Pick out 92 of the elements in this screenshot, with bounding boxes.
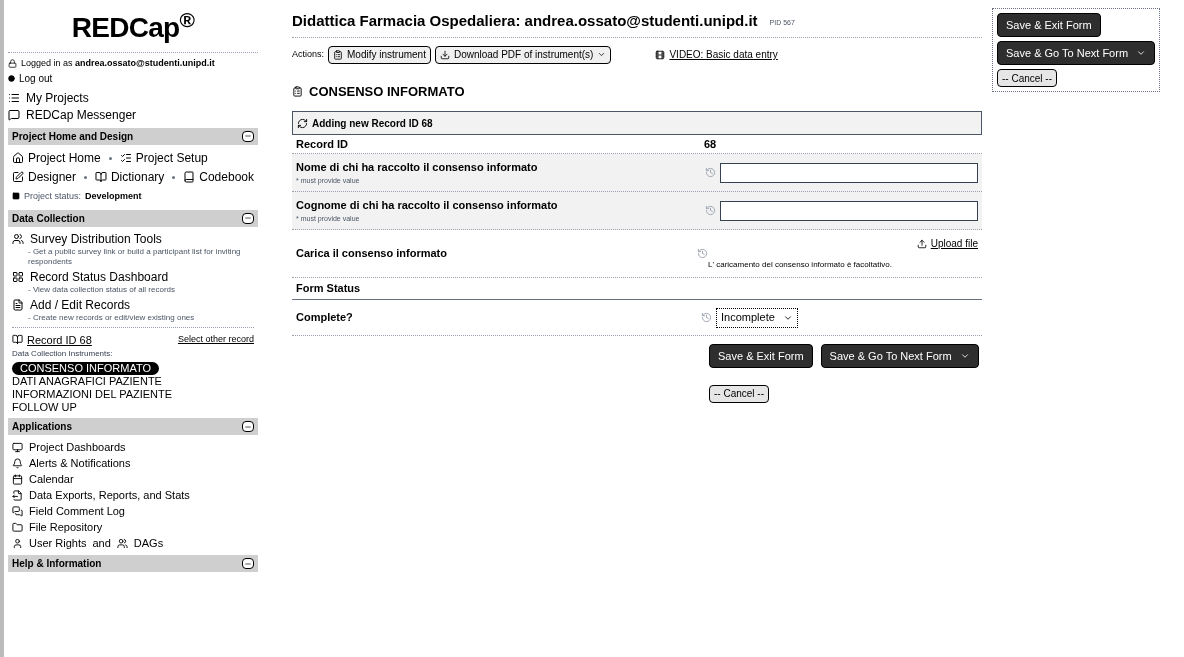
caret-icon <box>959 351 970 361</box>
banner-text: Adding new Record ID 68 <box>312 116 433 131</box>
group-icon <box>116 537 128 549</box>
status-dropdown[interactable]: Incomplete <box>716 307 798 328</box>
collapse-button[interactable] <box>242 130 254 142</box>
form-icon <box>333 49 343 60</box>
instrument-link[interactable]: INFORMAZIONI DEL PAZIENTE <box>12 388 173 401</box>
user-icon <box>12 537 23 549</box>
sidebar-link[interactable]: User Rights <box>29 535 87 551</box>
sidebar-link[interactable]: Designer <box>27 167 76 187</box>
instrument-link[interactable]: FOLLOW UP <box>12 401 77 414</box>
caret-icon <box>597 50 607 59</box>
upload-icon <box>916 238 927 249</box>
action-button[interactable]: Modify instrument <box>328 45 431 64</box>
record-link[interactable]: Record ID 68 <box>27 331 92 348</box>
actions-label: Actions: <box>292 47 324 61</box>
form-title: CONSENSO INFORMATO <box>309 82 465 101</box>
field-label: Record ID <box>296 136 349 152</box>
sidebar-link[interactable]: Add / Edit Records <box>30 296 131 313</box>
section-title: Data Collection <box>12 211 85 226</box>
instrument-link[interactable]: DATI ANAGRAFICI PAZIENTE <box>12 375 162 388</box>
logged-in-text: Logged in as andrea.ossato@studenti.unipd.it <box>21 57 215 70</box>
sidebar-link[interactable]: Calendar <box>29 471 74 487</box>
sidebar-link[interactable]: Record Status Dashboard <box>30 268 169 285</box>
export-icon <box>12 489 23 501</box>
bell-icon <box>12 457 23 469</box>
sidebar-link[interactable]: Project Dashboards <box>29 439 126 455</box>
sidebar-link[interactable]: Codebook <box>199 167 254 187</box>
redcap-logo[interactable]: REDCap$^{®}$ <box>71 14 195 42</box>
field-note: L' caricamento del consenso informato è facoltativo. <box>708 259 892 271</box>
sidebar-link[interactable]: Field Comment Log <box>29 503 125 519</box>
folder-icon <box>12 521 23 533</box>
sidebar-link[interactable]: My Projects <box>26 89 89 107</box>
square-icon <box>12 192 20 200</box>
calendar-icon <box>12 473 23 485</box>
tool-description: - Get a public survey link or build a participant list for inviting respondents <box>27 246 242 267</box>
sidebar-link[interactable]: Alerts & Notifications <box>29 455 131 471</box>
lock-icon <box>8 59 17 69</box>
film-icon <box>655 49 666 60</box>
sidebar-link[interactable]: DAGs <box>133 535 164 551</box>
sidebar-link[interactable]: Data Exports, Reports, and Stats <box>29 487 190 503</box>
caret-icon <box>1136 48 1147 58</box>
save-next-button[interactable]: Save & Go To Next Form <box>820 344 979 368</box>
save-next-button[interactable]: Save & Go To Next Form <box>997 41 1156 65</box>
comments-icon <box>12 505 23 517</box>
upload-link[interactable]: Upload file <box>930 236 978 251</box>
section-title: Project Home and Design <box>12 129 134 144</box>
collapse-button[interactable] <box>242 212 254 224</box>
status-value: Development <box>85 189 142 203</box>
refresh-icon <box>297 117 308 129</box>
book-icon <box>12 334 23 346</box>
list-icon <box>8 92 20 104</box>
field-label: Cognome di chi ha raccolto il consenso informato <box>296 198 559 213</box>
instruments-label: Data Collection Instruments: <box>12 348 114 360</box>
text-input[interactable] <box>720 200 978 221</box>
field-label: Nome di chi ha raccolto il consenso informato <box>296 160 539 175</box>
collapse-button[interactable] <box>242 558 254 569</box>
tool-description: - Create new records or edit/view existing ones <box>27 312 196 323</box>
tool-description: - View data collection status of all records <box>27 284 177 295</box>
cancel-button[interactable]: -- Cancel -- <box>709 384 769 403</box>
field-value: 68 <box>704 136 717 152</box>
save-exit-button[interactable]: Save & Exit Form <box>709 344 813 368</box>
sidebar-link[interactable]: Project Setup <box>135 148 208 168</box>
minus-icon <box>244 214 252 222</box>
minus-icon <box>244 132 252 140</box>
text-input[interactable] <box>720 162 978 183</box>
sidebar-link[interactable]: Survey Distribution Tools <box>30 230 162 247</box>
dot-icon <box>8 74 15 82</box>
logout-link[interactable]: Log out <box>19 70 53 86</box>
sidebar-link[interactable]: Dictionary <box>110 167 165 187</box>
status-label: Project status: <box>24 189 82 203</box>
collapse-button[interactable] <box>242 421 254 432</box>
sidebar-link[interactable]: Project Home <box>28 148 101 168</box>
select-record-link[interactable]: Select other record <box>177 333 254 347</box>
sidebar-link[interactable]: File Repository <box>29 519 103 535</box>
save-exit-button[interactable]: Save & Exit Form <box>997 13 1101 37</box>
sidebar-link[interactable]: REDCap Messenger <box>26 106 137 124</box>
form-icon <box>292 85 303 97</box>
field-label: Carica il consenso informato <box>296 246 448 262</box>
action-button[interactable]: Download PDF of instrument(s) <box>434 45 612 64</box>
cancel-button[interactable]: -- Cancel -- <box>997 69 1057 87</box>
section-title: Applications <box>12 420 72 434</box>
joiner-text: and <box>92 536 111 551</box>
chat-icon <box>8 109 20 121</box>
video-link[interactable]: VIDEO: Basic data entry <box>669 47 778 62</box>
project-title: Didattica Farmacia Ospedaliera: andrea.ossato@studenti.unipd.it <box>292 11 758 31</box>
section-title: Help & Information <box>12 557 102 571</box>
section-heading: Form Status <box>296 281 361 297</box>
instrument-link[interactable]: CONSENSO INFORMATO <box>12 362 159 375</box>
download-icon <box>439 49 450 60</box>
field-label: Complete? <box>296 310 354 326</box>
monitor-icon <box>12 441 23 453</box>
